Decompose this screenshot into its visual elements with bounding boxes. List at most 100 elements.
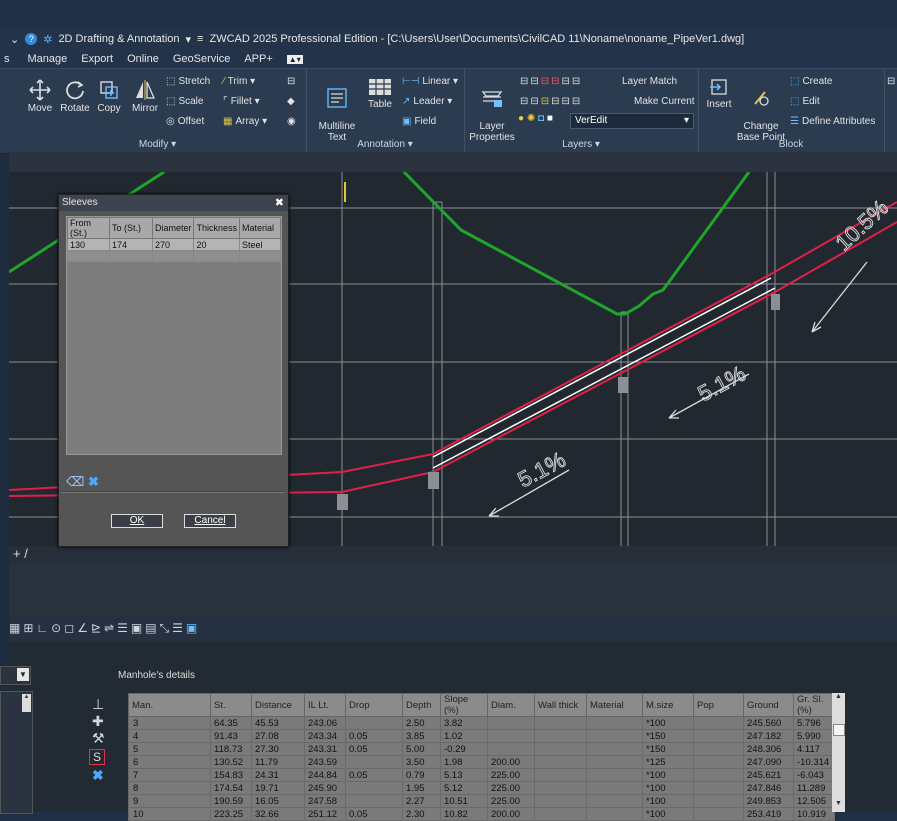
cell[interactable] [534,768,587,782]
col-header[interactable]: Pop [693,693,744,717]
cell[interactable] [693,742,744,756]
col-header[interactable]: Depth [402,693,441,717]
cell[interactable]: 8 [128,781,211,795]
close-icon[interactable]: ✖ [275,195,284,211]
cell[interactable]: *100 [642,807,694,821]
grid-icon[interactable]: ⊞ [23,621,36,635]
col-header[interactable]: Material [238,217,282,239]
table-row[interactable]: 3 64.35 45.53 243.06 2.50 3.82 *100 245.560 5.79… [128,716,835,730]
junction-tool-icon[interactable]: ✚ [92,713,104,730]
sleeves-icon[interactable]: S [89,749,105,765]
bulb-icon[interactable]: ● [518,113,524,124]
sc-icon[interactable]: ▤ [145,621,159,635]
menu-item-export[interactable]: Export [81,53,113,65]
cell[interactable]: 270 [151,238,195,251]
make-current-button[interactable]: Make Current [634,96,695,107]
cell[interactable]: 223.25 [210,807,252,821]
mirror-button[interactable]: Mirror [127,79,163,114]
table-row[interactable]: 5 118.73 27.30 243.31 0.05 5.00 -0.29 *150 248.3… [128,742,835,756]
edit-block-button[interactable]: ⬚ Edit [790,96,820,107]
col-header[interactable]: Ground [743,693,794,717]
cell[interactable] [534,755,587,769]
col-header[interactable]: Distance [251,693,305,717]
cell[interactable]: 200.00 [487,755,535,769]
cell[interactable] [534,807,587,821]
copy-button[interactable]: Copy [93,79,125,114]
cell[interactable] [693,729,744,743]
cell[interactable]: 243.31 [304,742,346,756]
cell[interactable]: 91.43 [210,729,252,743]
cell[interactable] [693,781,744,795]
cell[interactable] [534,716,587,730]
cell[interactable] [586,716,643,730]
cell[interactable]: 253.419 [743,807,794,821]
cell[interactable]: 225.00 [487,781,535,795]
am-icon[interactable]: ⤡ [160,621,173,635]
scale-button[interactable]: ⬚ Scale [166,96,203,107]
cell[interactable]: -6.043 [793,768,835,782]
lwt-icon[interactable]: ☰ [172,621,186,635]
cell[interactable]: 3 [128,716,211,730]
profile-list[interactable]: ▲ [0,691,33,814]
cell[interactable] [534,794,587,808]
col-header[interactable]: Thickness [193,217,240,239]
menu-overflow-icon[interactable]: s [4,53,10,65]
cell[interactable] [586,729,643,743]
cancel-button[interactable]: Cancel [184,514,236,528]
cell[interactable]: 5.00 [402,742,441,756]
cell[interactable]: 5.13 [440,768,488,782]
cell[interactable]: 244.84 [304,768,346,782]
cell[interactable] [586,781,643,795]
define-attributes-button[interactable]: ☰ Define Attributes [790,116,875,127]
cell[interactable] [586,755,643,769]
cell[interactable]: -10.314 [793,755,835,769]
col-header[interactable]: M.size [642,693,694,717]
table-row[interactable]: 9 190.59 16.05 247.58 2.27 10.51 225.00 *100 249… [128,794,835,808]
scroll-arrows-icon[interactable]: ▲ [22,694,31,712]
scroll-down-icon[interactable]: ▼ [832,800,845,812]
cell[interactable]: 130 [67,238,110,251]
cell[interactable]: 16.05 [251,794,305,808]
col-header[interactable]: Material [586,693,643,717]
cell[interactable]: 251.12 [304,807,346,821]
chevron-down-icon[interactable]: ⌄ [10,33,19,46]
scroll-up-icon[interactable]: ▲ [832,693,845,705]
layer-match-button[interactable]: Layer Match [622,76,677,87]
cell[interactable]: 20 [193,238,240,251]
cell[interactable]: 11.289 [793,781,835,795]
col-header[interactable]: From (St.) [67,217,110,239]
tp-icon[interactable]: ☰ [117,621,131,635]
dyn-icon[interactable]: ⊵ [91,621,104,635]
help-icon[interactable]: ? [25,33,38,45]
cell[interactable] [534,729,587,743]
menu-item-online[interactable]: Online [127,53,159,65]
cell[interactable] [487,729,535,743]
col-header[interactable]: IL Lt. [304,693,346,717]
cell[interactable]: -0.29 [440,742,488,756]
cell[interactable]: 118.73 [210,742,252,756]
cell[interactable] [693,768,744,782]
cell[interactable] [586,794,643,808]
cell[interactable]: 12.505 [793,794,835,808]
cell[interactable]: 5 [128,742,211,756]
cell[interactable]: *100 [642,794,694,808]
cell[interactable]: 45.53 [251,716,305,730]
otrack-icon[interactable]: ∠ [77,621,91,635]
cell[interactable]: 245.90 [304,781,346,795]
cell[interactable]: 1.02 [440,729,488,743]
cell[interactable] [345,755,403,769]
change-base-point-button[interactable]: Change Base Point [736,77,786,143]
table-row[interactable]: 6 130.52 11.79 243.59 3.50 1.98 200.00 *125 247.… [128,755,835,769]
cell[interactable] [693,794,744,808]
cell[interactable]: 190.59 [210,794,252,808]
cell[interactable]: 243.59 [304,755,346,769]
col-header[interactable]: St. [210,693,252,717]
workspace-dropdown[interactable]: 2D Drafting & Annotation [58,33,179,45]
cell[interactable]: *150 [642,729,694,743]
menu-item-manage[interactable]: Manage [28,53,68,65]
col-header[interactable]: Man. [128,693,211,717]
cell[interactable]: 174.54 [210,781,252,795]
cell[interactable]: 247.846 [743,781,794,795]
layer-tools-row-2[interactable]: ⊟⊟⊟⊟⊟⊟ [520,96,582,107]
cell[interactable]: 247.182 [743,729,794,743]
